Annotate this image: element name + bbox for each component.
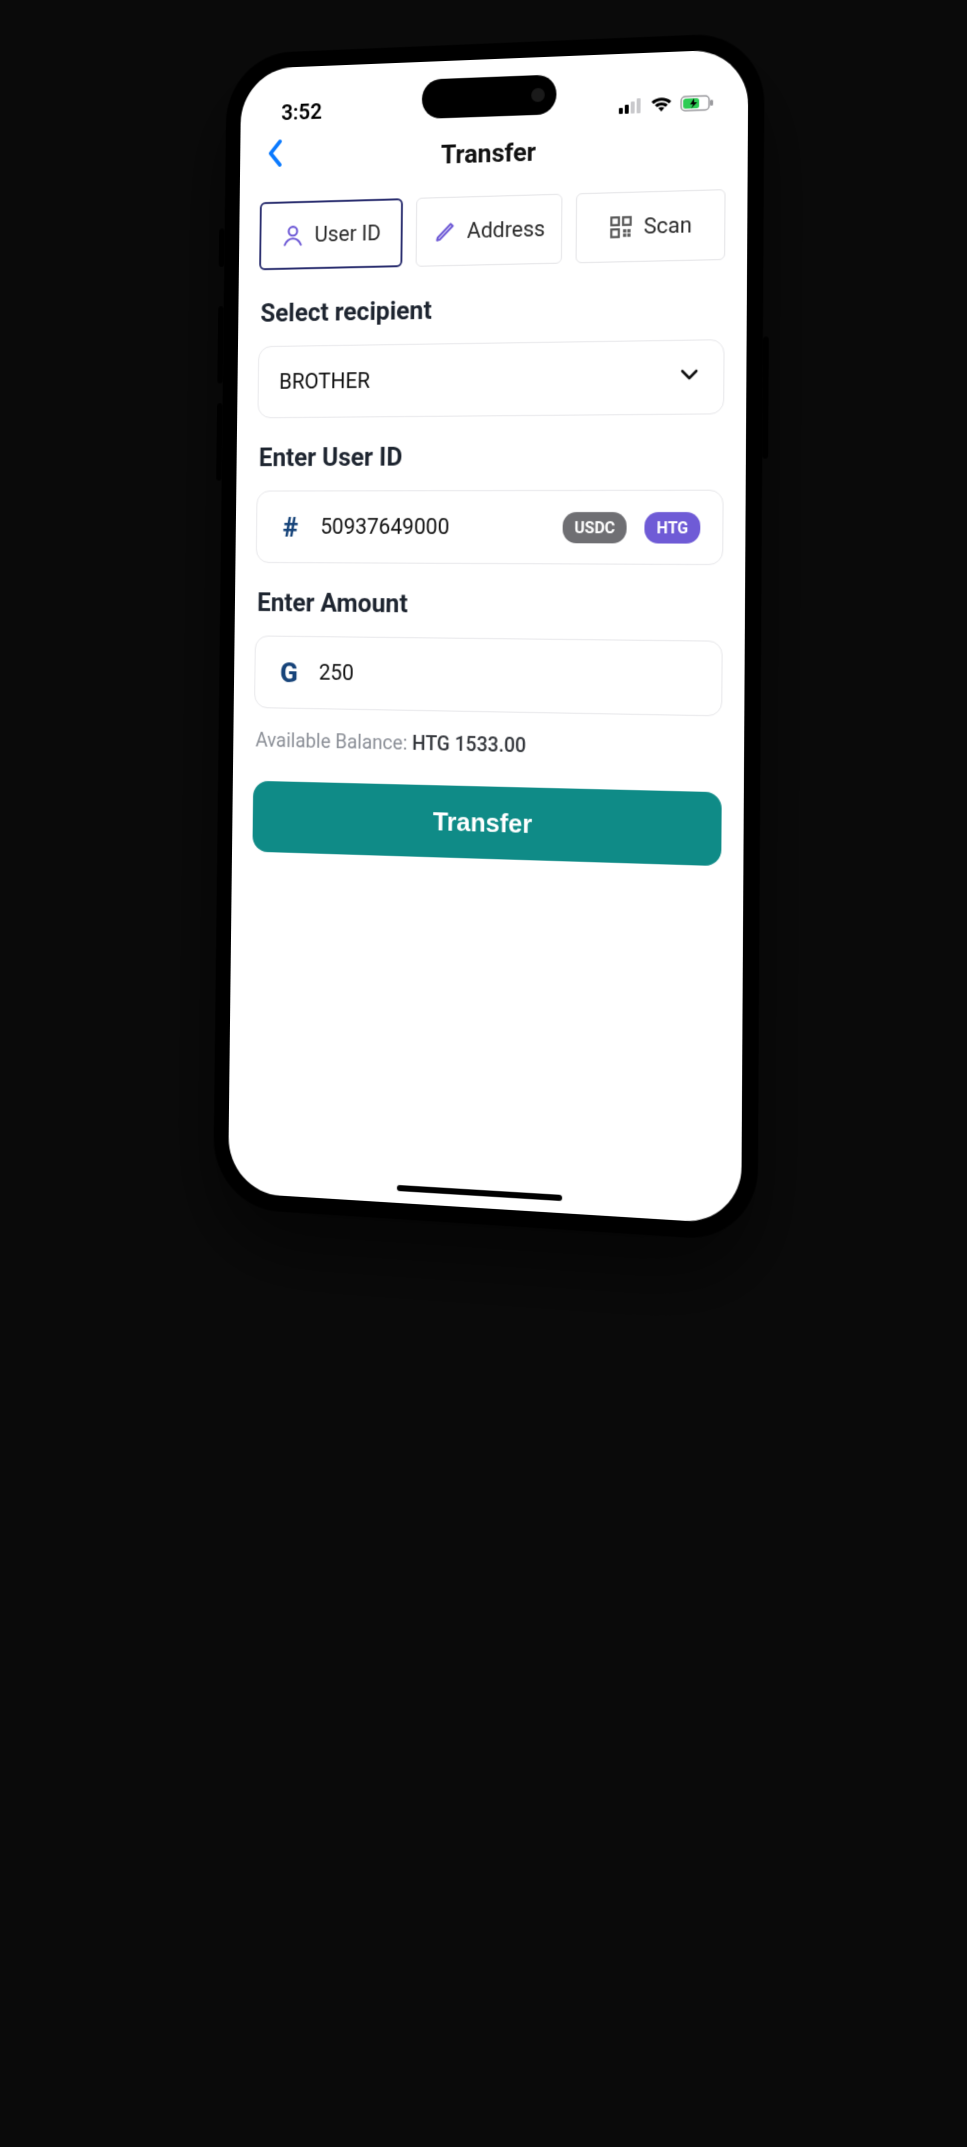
amount-value: 250 <box>318 660 699 691</box>
label-select-recipient: Select recipient <box>260 290 725 328</box>
tab-address-label: Address <box>466 217 544 244</box>
recipient-selected-value: BROTHER <box>279 365 659 394</box>
recipient-select[interactable]: BROTHER <box>257 339 724 418</box>
label-enter-user-id: Enter User ID <box>258 441 723 473</box>
available-balance-line: Available Balance: HTG 1533.00 <box>255 728 722 762</box>
power-button <box>762 336 769 459</box>
status-time: 3:52 <box>281 100 322 126</box>
label-enter-amount: Enter Amount <box>256 588 722 622</box>
volume-down-button <box>216 403 222 481</box>
user-icon <box>281 222 305 248</box>
chevron-left-icon <box>266 138 283 168</box>
currency-pill-htg[interactable]: HTG <box>644 512 700 544</box>
battery-charging-icon <box>680 95 714 112</box>
user-id-input[interactable]: # 50937649000 USDC HTG <box>255 490 723 565</box>
user-id-value: 50937649000 <box>320 515 545 540</box>
transfer-button[interactable]: Transfer <box>252 781 721 866</box>
chevron-down-icon <box>677 362 701 393</box>
mute-switch <box>218 228 224 267</box>
tab-user-id-label: User ID <box>314 221 381 247</box>
transfer-method-tabs: User ID Address <box>259 189 725 270</box>
available-balance-value: HTG 1533.00 <box>411 731 525 757</box>
cellular-signal-icon <box>618 97 642 114</box>
page-title: Transfer <box>440 138 535 171</box>
qr-code-icon <box>608 214 634 241</box>
tab-scan[interactable]: Scan <box>575 189 725 263</box>
tab-user-id[interactable]: User ID <box>259 198 403 270</box>
hash-icon: # <box>277 511 303 543</box>
tab-address[interactable]: Address <box>415 194 561 267</box>
available-balance-label: Available Balance: <box>255 728 407 755</box>
wifi-icon <box>650 96 672 113</box>
currency-pill-usdc[interactable]: USDC <box>562 512 626 543</box>
volume-up-button <box>217 306 223 384</box>
dynamic-island <box>421 74 556 119</box>
amount-input[interactable]: G 250 <box>254 635 723 716</box>
tab-scan-label: Scan <box>643 213 692 239</box>
back-button[interactable] <box>256 133 293 173</box>
pencil-icon <box>432 218 457 244</box>
gourde-symbol-icon: G <box>275 656 301 689</box>
phone-frame: 3:52 <box>212 32 764 1242</box>
